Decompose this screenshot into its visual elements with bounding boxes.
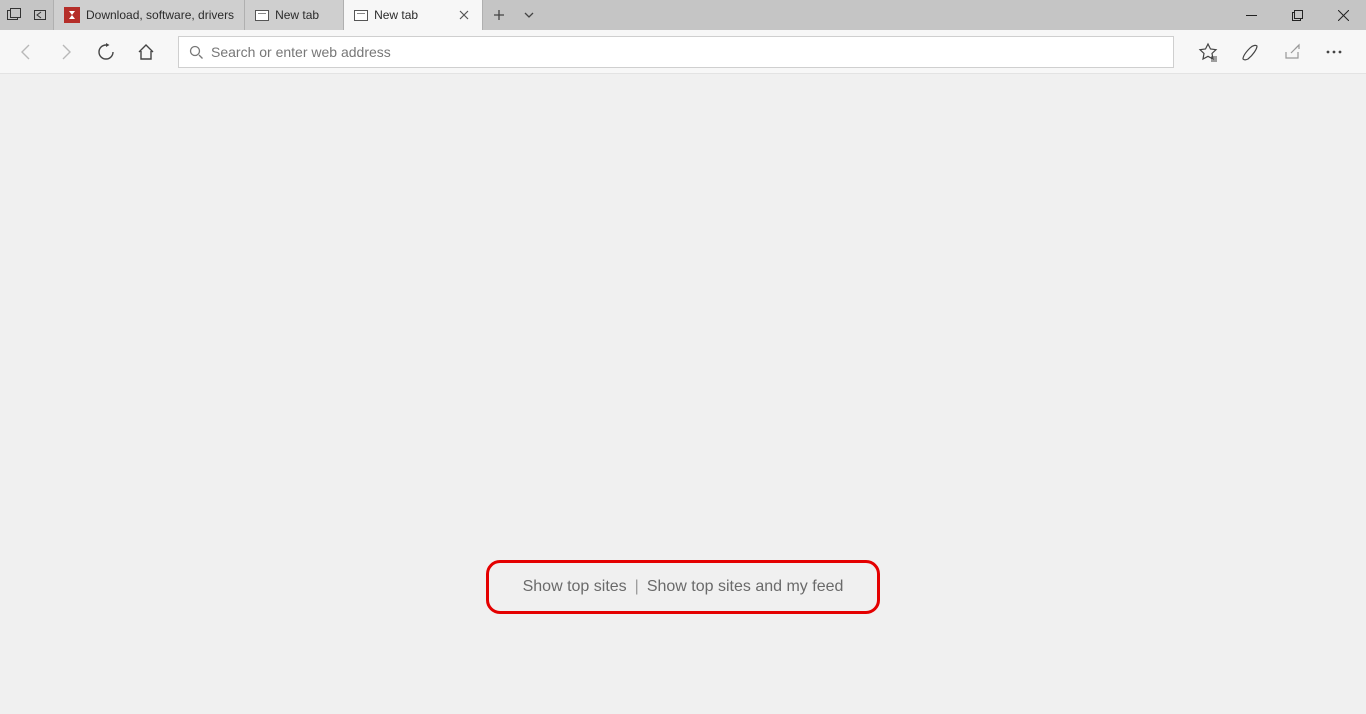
annotation-box: Show top sites | Show top sites and my f… bbox=[486, 560, 880, 614]
share-button[interactable] bbox=[1272, 34, 1312, 70]
newtab-icon bbox=[255, 10, 269, 21]
favicon-icon bbox=[64, 7, 80, 23]
refresh-button[interactable] bbox=[88, 34, 124, 70]
favorites-button[interactable] bbox=[1188, 34, 1228, 70]
tabs-overview-button[interactable] bbox=[4, 5, 24, 25]
toolbar bbox=[0, 30, 1366, 74]
separator: | bbox=[635, 578, 639, 596]
maximize-button[interactable] bbox=[1274, 0, 1320, 30]
tab-label: Download, software, drivers bbox=[86, 8, 234, 22]
address-input[interactable] bbox=[211, 44, 1163, 60]
tab-label: New tab bbox=[275, 8, 333, 22]
back-button[interactable] bbox=[8, 34, 44, 70]
notes-button[interactable] bbox=[1230, 34, 1270, 70]
tab-strip: Download, software, drivers New tab New … bbox=[54, 0, 1228, 30]
newtab-icon bbox=[354, 10, 368, 21]
titlebar-left bbox=[0, 0, 54, 30]
forward-button[interactable] bbox=[48, 34, 84, 70]
toolbar-right bbox=[1188, 34, 1358, 70]
tab-label: New tab bbox=[374, 8, 450, 22]
tab-1[interactable]: New tab bbox=[244, 0, 344, 30]
close-tab-button[interactable] bbox=[456, 7, 472, 23]
show-top-sites-link[interactable]: Show top sites bbox=[523, 578, 627, 596]
tab-0[interactable]: Download, software, drivers bbox=[53, 0, 245, 30]
address-bar[interactable] bbox=[178, 36, 1174, 68]
tab-2[interactable]: New tab bbox=[343, 0, 483, 30]
close-window-button[interactable] bbox=[1320, 0, 1366, 30]
search-icon bbox=[189, 45, 203, 59]
more-button[interactable] bbox=[1314, 34, 1354, 70]
titlebar: Download, software, drivers New tab New … bbox=[0, 0, 1366, 30]
tab-dropdown-button[interactable] bbox=[519, 5, 539, 25]
show-top-sites-and-feed-link[interactable]: Show top sites and my feed bbox=[647, 578, 844, 596]
new-tab-content: Show top sites | Show top sites and my f… bbox=[0, 74, 1366, 714]
home-button[interactable] bbox=[128, 34, 164, 70]
tab-actions bbox=[483, 0, 545, 30]
new-tab-button[interactable] bbox=[489, 5, 509, 25]
minimize-button[interactable] bbox=[1228, 0, 1274, 30]
set-aside-tabs-button[interactable] bbox=[30, 5, 50, 25]
window-controls bbox=[1228, 0, 1366, 30]
